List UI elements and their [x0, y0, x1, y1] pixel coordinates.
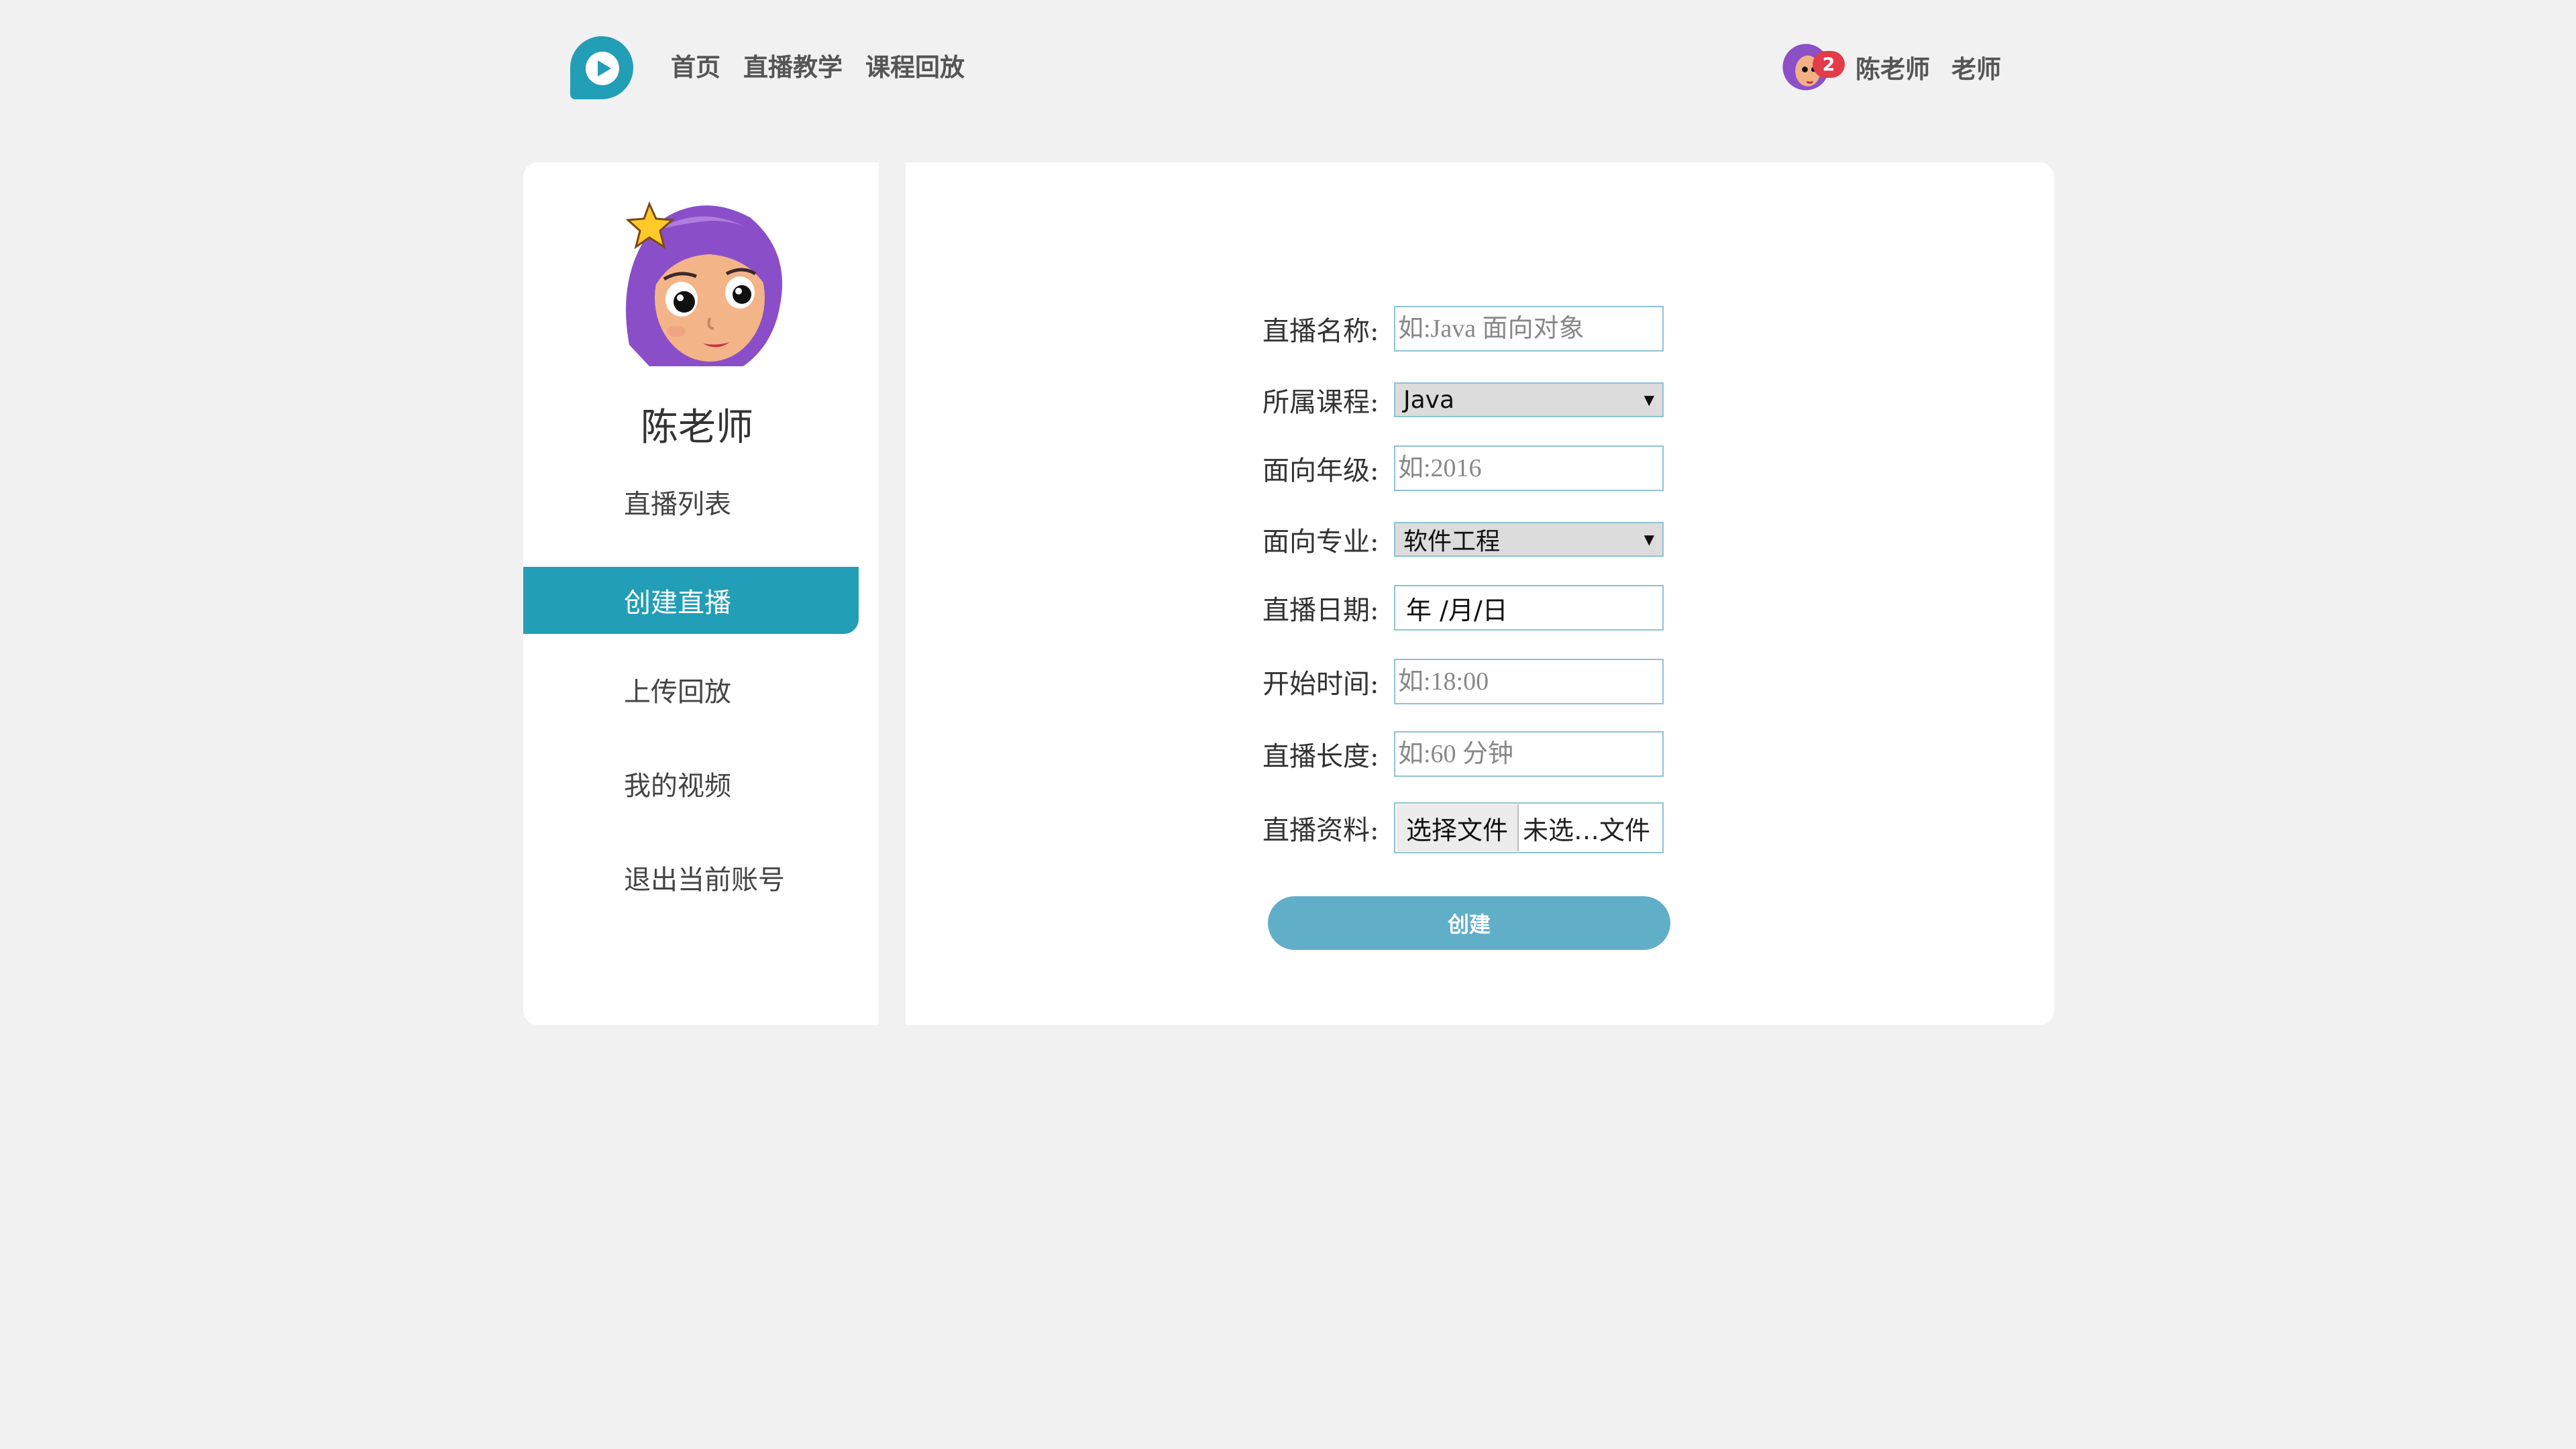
- nav-course-replay[interactable]: 课程回放: [865, 47, 965, 83]
- sidebar-item-my-videos[interactable]: 我的视频: [523, 750, 859, 817]
- course-select[interactable]: Java ▼: [1394, 382, 1664, 417]
- dropdown-arrow-icon: ▼: [1644, 531, 1654, 547]
- sidebar-item-label: 创建直播: [624, 588, 731, 619]
- nav-home[interactable]: 首页: [671, 47, 720, 83]
- nav-live-teaching[interactable]: 直播教学: [743, 47, 843, 83]
- header-user-name[interactable]: 陈老师: [1856, 49, 1930, 85]
- form-row-grade: 面向年级:: [1263, 445, 1664, 491]
- create-live-panel: 直播名称: 所属课程: Java ▼ 面向年级: 面向专业: 软件工程 ▼ 直播…: [906, 162, 2054, 1025]
- form-row-start: 开始时间:: [1263, 659, 1664, 704]
- sidebar-item-label: 直播列表: [624, 489, 731, 520]
- sidebar-item-label: 上传回放: [624, 677, 731, 708]
- course-select-value: Java: [1403, 386, 1455, 414]
- live-name-input[interactable]: [1394, 306, 1664, 352]
- teacher-name: 陈老师: [641, 406, 753, 449]
- sidebar: 陈老师 直播列表 创建直播 上传回放 我的视频 退出当前账号: [523, 162, 879, 1025]
- major-select[interactable]: 软件工程 ▼: [1394, 522, 1664, 557]
- form-row-name: 直播名称:: [1263, 306, 1664, 352]
- notification-badge: 2: [1813, 51, 1845, 78]
- start-time-input[interactable]: [1394, 659, 1664, 704]
- major-select-value: 软件工程: [1403, 528, 1501, 555]
- grade-input[interactable]: [1394, 445, 1664, 491]
- length-input[interactable]: [1394, 731, 1664, 777]
- live-name-label: 直播名称:: [1263, 316, 1379, 347]
- user-menu[interactable]: 2 陈老师 老师: [1782, 43, 2001, 91]
- header-user-role: 老师: [1951, 55, 2001, 84]
- form-row-major: 面向专业: 软件工程 ▼: [1263, 520, 1664, 559]
- material-label: 直播资料:: [1263, 815, 1379, 846]
- dropdown-arrow-icon: ▼: [1644, 392, 1654, 408]
- material-file-input[interactable]: 选择文件 未选…文件: [1394, 802, 1664, 853]
- date-value: 年 /月/日: [1406, 595, 1508, 625]
- start-time-label: 开始时间:: [1263, 669, 1379, 700]
- create-button[interactable]: 创建: [1268, 896, 1670, 950]
- sidebar-item-live-list[interactable]: 直播列表: [523, 468, 859, 535]
- form-row-date: 直播日期: 年 /月/日: [1263, 585, 1664, 631]
- sidebar-item-logout[interactable]: 退出当前账号: [523, 844, 859, 911]
- sidebar-item-create-live[interactable]: 创建直播: [523, 567, 859, 634]
- major-label: 面向专业:: [1263, 527, 1379, 557]
- top-nav: 首页 直播教学 课程回放: [671, 47, 965, 83]
- sidebar-item-label: 退出当前账号: [624, 865, 785, 896]
- date-label: 直播日期:: [1263, 595, 1379, 626]
- choose-file-button[interactable]: 选择文件: [1397, 804, 1519, 851]
- user-avatar[interactable]: 2: [1782, 43, 1845, 91]
- live-date-input[interactable]: 年 /月/日: [1394, 585, 1664, 631]
- form-row-course: 所属课程: Java ▼: [1263, 380, 1664, 419]
- course-label: 所属课程:: [1263, 387, 1379, 418]
- form-row-file: 直播资料: 选择文件 未选…文件: [1263, 802, 1664, 853]
- sidebar-item-upload-replay[interactable]: 上传回放: [523, 656, 859, 723]
- file-status-text: 未选…文件: [1523, 815, 1651, 845]
- logo-play-icon[interactable]: [569, 35, 635, 101]
- form-row-length: 直播长度:: [1263, 731, 1664, 777]
- length-label: 直播长度:: [1263, 741, 1379, 772]
- teacher-avatar: [609, 191, 790, 372]
- sidebar-item-label: 我的视频: [624, 771, 731, 802]
- grade-label: 面向年级:: [1263, 455, 1379, 486]
